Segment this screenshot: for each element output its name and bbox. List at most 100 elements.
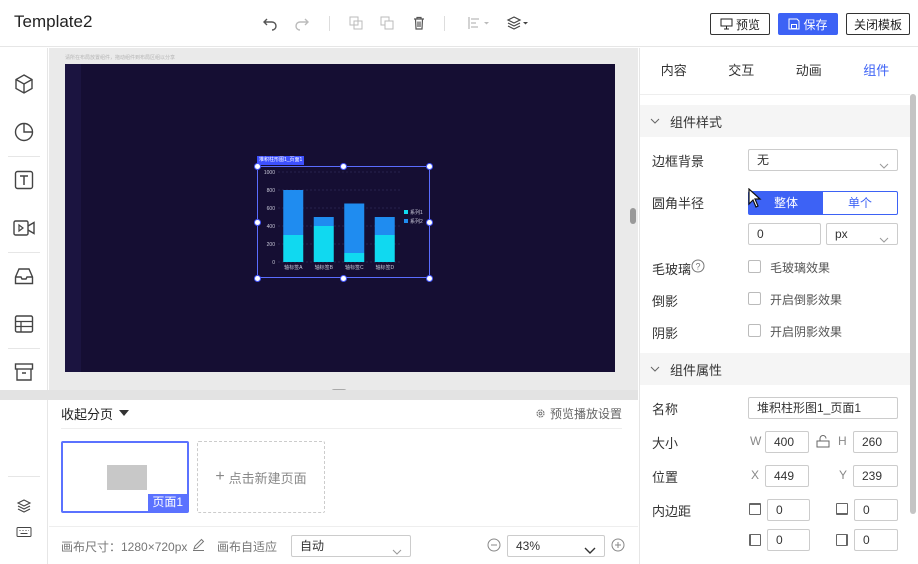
resize-handle[interactable]: [426, 275, 433, 282]
trash-icon[interactable]: [409, 13, 429, 33]
new-page-label: 点击新建页面: [228, 470, 307, 486]
reflection-checkbox[interactable]: [748, 292, 761, 305]
preview-playback-settings[interactable]: 预览播放设置: [535, 405, 622, 422]
tab-interaction[interactable]: 交互: [708, 48, 776, 94]
height-letter: H: [838, 434, 847, 448]
save-button[interactable]: 保存: [778, 13, 838, 35]
y-input[interactable]: 239: [853, 465, 898, 487]
keyboard-icon[interactable]: [12, 520, 36, 544]
undo-icon[interactable]: [260, 13, 280, 33]
table-icon[interactable]: [12, 312, 36, 336]
resize-handle[interactable]: [340, 275, 347, 282]
video-icon[interactable]: [12, 216, 36, 240]
zoom-select[interactable]: 43%: [507, 535, 605, 557]
bar-segment: [344, 253, 365, 262]
align-icon[interactable]: [466, 13, 492, 33]
tab-animation[interactable]: 动画: [775, 48, 843, 94]
resize-handle[interactable]: [426, 163, 433, 170]
component-attributes-title: 组件属性: [670, 362, 723, 378]
layers-icon[interactable]: [505, 13, 531, 33]
link-icon[interactable]: [816, 435, 830, 451]
page-thumbnail[interactable]: 页面1: [61, 441, 189, 513]
tab-content[interactable]: 内容: [640, 48, 708, 94]
resize-handle[interactable]: [254, 275, 261, 282]
y-letter: Y: [839, 468, 848, 482]
padding-top-value: 0: [776, 503, 783, 517]
edit-icon[interactable]: [192, 538, 205, 554]
canvas-hint: 请所在布局放置组件，拖动组件到布局区组以分享: [65, 55, 176, 61]
shadow-label: 阴影: [652, 326, 679, 341]
splitter[interactable]: [0, 390, 638, 400]
legend-swatch: [404, 210, 408, 214]
padding-top-input[interactable]: 0: [767, 499, 810, 521]
canvas[interactable]: 堆积柱形图1_页面1 0 200 400 600 800 1000 轴标签A 轴标签B 轴标签C…: [65, 64, 615, 372]
padding-left-icon: [749, 534, 761, 546]
border-background-select[interactable]: 无: [748, 149, 898, 171]
chevron-down-icon: [650, 118, 660, 124]
padding-bottom-input[interactable]: 0: [854, 499, 898, 521]
vertical-scrollbar[interactable]: [630, 208, 636, 224]
help-icon[interactable]: ?: [691, 259, 705, 276]
width-letter: W: [750, 434, 762, 448]
padding-left-input[interactable]: 0: [767, 529, 810, 551]
resize-handle[interactable]: [254, 163, 261, 170]
archive-icon[interactable]: [12, 360, 36, 384]
panel-tabs: 内容 交互 动画 组件: [640, 48, 910, 95]
close-template-button[interactable]: 关闭模板: [846, 13, 910, 35]
canvas-adapt-select[interactable]: 自动: [291, 535, 411, 557]
layers-icon[interactable]: [12, 494, 36, 518]
panel-scrollbar[interactable]: [910, 94, 916, 514]
padding-right-input[interactable]: 0: [854, 529, 898, 551]
y-tick-label: 1000: [264, 170, 275, 176]
redo-icon[interactable]: [292, 13, 312, 33]
shadow-checkbox[interactable]: [748, 324, 761, 337]
preview-button[interactable]: 预览: [710, 13, 770, 35]
height-input[interactable]: 260: [853, 431, 898, 453]
radius-unit-select[interactable]: px: [826, 223, 898, 245]
sidebar-divider: [8, 348, 40, 349]
canvas-edge: [65, 64, 81, 372]
zoom-out-icon[interactable]: [487, 538, 501, 555]
cube-icon[interactable]: [12, 72, 36, 96]
copy-icon[interactable]: [346, 13, 366, 33]
inbox-icon[interactable]: [12, 264, 36, 288]
resize-handle[interactable]: [254, 219, 261, 226]
canvas-size-label: 画布尺寸：1280×720px: [61, 540, 188, 554]
preview-label: 预览: [735, 17, 760, 32]
sidebar-divider: [8, 252, 40, 253]
position-label: 位置: [652, 470, 679, 485]
width-input[interactable]: 400: [765, 431, 809, 453]
save-label: 保存: [803, 17, 828, 32]
toolbar-divider: [329, 16, 330, 31]
y-value: 239: [862, 469, 883, 483]
component-style-section[interactable]: 组件样式: [640, 105, 910, 137]
x-input[interactable]: 449: [765, 465, 809, 487]
frosted-glass-checkbox[interactable]: [748, 260, 761, 273]
paste-icon[interactable]: [377, 13, 397, 33]
new-page-button[interactable]: + 点击新建页面: [197, 441, 325, 513]
legend-swatch: [404, 219, 408, 223]
selected-chart-component[interactable]: 0 200 400 600 800 1000 轴标签A 轴标签B 轴标签C 轴标签D 系列1 系列2: [257, 166, 430, 278]
resize-handle[interactable]: [426, 219, 433, 226]
text-icon[interactable]: [12, 168, 36, 192]
radius-value-input[interactable]: 0: [748, 223, 821, 245]
gear-icon: [536, 409, 545, 418]
sidebar-divider: [8, 156, 40, 157]
radius-single-option[interactable]: 单个: [823, 192, 897, 214]
bar-segment: [313, 226, 334, 262]
reflection-label: 倒影: [652, 294, 679, 309]
resize-handle[interactable]: [340, 163, 347, 170]
zoom-in-icon[interactable]: [611, 538, 625, 555]
x-tick-label: 轴标签C: [345, 264, 364, 271]
shadow-check-label: 开启阴影效果: [770, 325, 843, 339]
tab-component[interactable]: 组件: [843, 48, 911, 94]
canvas-adapt-label: 画布自适应: [217, 540, 278, 554]
y-tick-label: 800: [267, 188, 276, 194]
pie-chart-icon[interactable]: [12, 120, 36, 144]
chevron-down-icon: [879, 230, 889, 250]
name-input[interactable]: 堆积柱形图1_页面1: [748, 397, 898, 419]
padding-right-value: 0: [863, 533, 870, 547]
component-attributes-section[interactable]: 组件属性: [640, 353, 910, 385]
border-background-label: 边框背景: [652, 154, 705, 169]
collapse-pages-toggle[interactable]: 收起分页: [61, 404, 130, 423]
